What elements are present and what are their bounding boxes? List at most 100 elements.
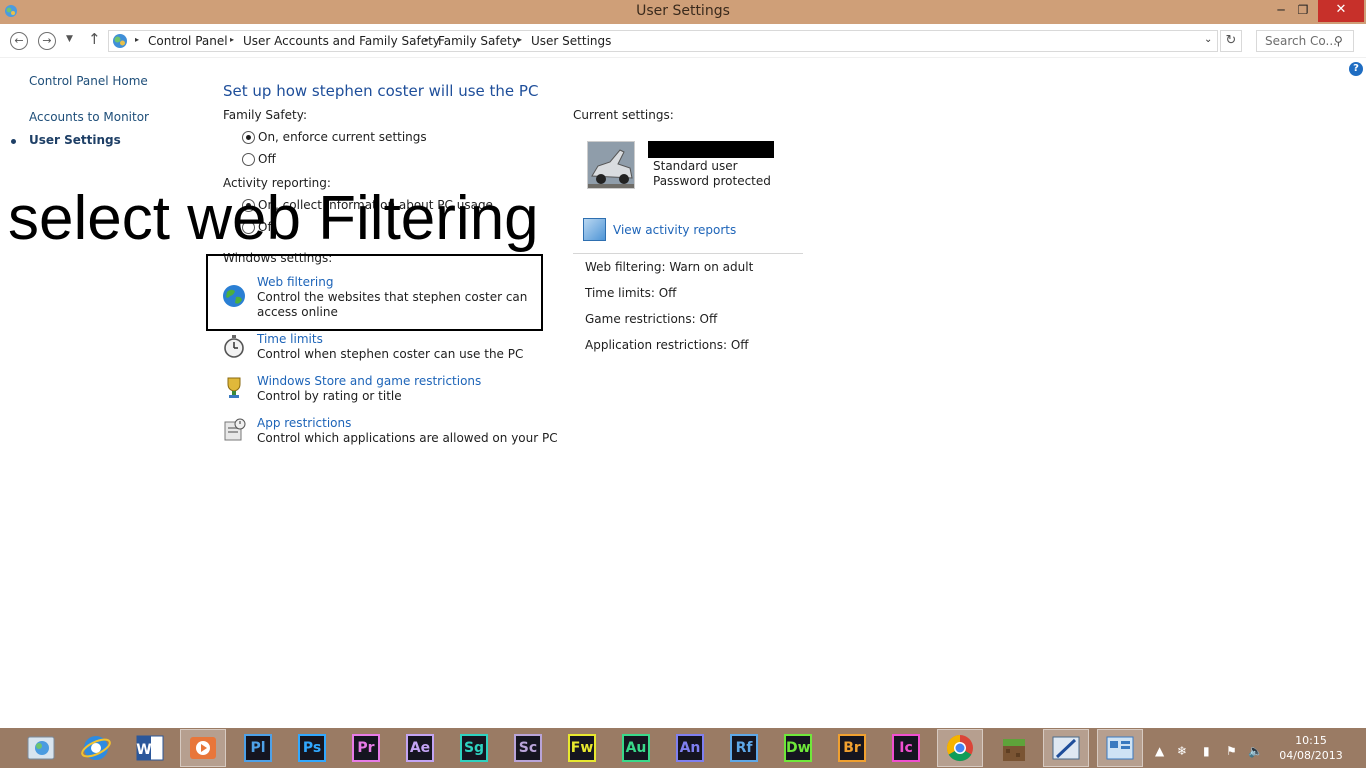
password-status: Password protected <box>653 174 771 188</box>
settings-divider <box>573 253 803 254</box>
family-safety-off-radio[interactable] <box>242 153 255 166</box>
current-page-bullet <box>11 139 16 144</box>
reflow-icon[interactable]: Rf <box>730 734 758 762</box>
setting-name: Application restrictions: <box>585 338 728 352</box>
sidebar-item-user-settings[interactable]: User Settings <box>29 133 121 147</box>
forward-button[interactable]: → <box>38 32 56 50</box>
app-label: Pr <box>357 740 375 756</box>
setting-value: Off <box>730 338 749 352</box>
setting-value: Off <box>699 312 718 326</box>
word-icon[interactable]: W <box>133 731 167 765</box>
family-safety-on-label[interactable]: On, enforce current settings <box>258 130 427 144</box>
breadcrumb-control-panel[interactable]: Control Panel <box>148 34 228 48</box>
setting-name: Web filtering: <box>585 260 666 274</box>
web-filtering-setting: Web filtering: Warn on adult <box>585 260 753 274</box>
clock-date: 04/08/2013 <box>1279 749 1343 762</box>
app-label: Ps <box>302 740 322 756</box>
bridge-icon[interactable]: Br <box>838 734 866 762</box>
photoshop-icon[interactable]: Ps <box>298 734 326 762</box>
app-label: Ic <box>899 740 913 756</box>
dreamweaver-icon[interactable]: Dw <box>784 734 812 762</box>
car-picture-icon <box>588 142 634 188</box>
store-game-restrictions-description: Control by rating or title <box>257 389 402 403</box>
sidebar-item-accounts-to-monitor[interactable]: Accounts to Monitor <box>29 110 149 124</box>
instruction-overlay-text: select web Filtering <box>8 184 539 253</box>
minecraft-icon[interactable] <box>997 731 1031 765</box>
scout-icon[interactable]: Sc <box>514 734 542 762</box>
app-label: Pl <box>250 740 266 756</box>
weather-icon[interactable]: ❄ <box>1177 744 1187 758</box>
time-limits-link[interactable]: Time limits <box>257 332 323 346</box>
clock-time: 10:15 <box>1295 734 1327 747</box>
animate-icon[interactable]: An <box>676 734 704 762</box>
setting-name: Game restrictions: <box>585 312 696 326</box>
internet-explorer-icon[interactable] <box>79 731 113 765</box>
user-avatar <box>587 141 635 189</box>
setting-value: Warn on adult <box>669 260 754 274</box>
show-hidden-icons-icon[interactable]: ▲ <box>1155 744 1164 758</box>
app-label: Sc <box>518 740 538 756</box>
speedgrade-icon[interactable]: Sg <box>460 734 488 762</box>
network-icon[interactable]: ⚑ <box>1226 744 1237 758</box>
breadcrumb-family-safety[interactable]: Family Safety <box>438 34 519 48</box>
setting-name: Time limits: <box>585 286 655 300</box>
breadcrumb-user-settings[interactable]: User Settings <box>531 34 611 48</box>
chrome-icon[interactable] <box>943 731 977 765</box>
family-safety-on-radio[interactable] <box>242 131 255 144</box>
user-settings-window: { "window": { "title": "User Settings", … <box>0 0 1366 768</box>
breadcrumb-user-accounts[interactable]: User Accounts and Family Safety <box>243 34 440 48</box>
premiere-icon[interactable]: Pr <box>352 734 380 762</box>
volume-icon[interactable]: 🔈 <box>1248 744 1263 758</box>
store-game-restrictions-link[interactable]: Windows Store and game restrictions <box>257 374 481 388</box>
address-bar[interactable]: ▸ Control Panel ▸ User Accounts and Fami… <box>108 30 1218 52</box>
time-limits-setting: Time limits: Off <box>585 286 676 300</box>
app-label: Sg <box>463 740 485 756</box>
app-label: Fw <box>570 740 594 756</box>
redacted-username <box>648 141 774 158</box>
drawing-app-icon[interactable] <box>1049 731 1083 765</box>
maximize-button[interactable]: ❐ <box>1290 0 1316 22</box>
account-type: Standard user <box>653 159 738 173</box>
user-settings-taskbar-icon[interactable] <box>1103 731 1137 765</box>
app-label: Au <box>625 740 647 756</box>
prelude-icon[interactable]: Pl <box>244 734 272 762</box>
breadcrumb-separator-icon: ▸ <box>518 35 523 44</box>
up-button[interactable]: ↑ <box>88 30 101 48</box>
family-safety-off-label[interactable]: Off <box>258 152 276 166</box>
web-filtering-highlight-box <box>206 254 543 331</box>
after-effects-icon[interactable]: Ae <box>406 734 434 762</box>
close-button[interactable]: ✕ <box>1318 0 1364 22</box>
address-dropdown-icon[interactable]: ⌄ <box>1204 34 1212 45</box>
help-icon[interactable]: ? <box>1349 62 1363 76</box>
current-settings-label: Current settings: <box>573 108 674 122</box>
stopwatch-icon <box>224 335 244 358</box>
view-activity-reports-link[interactable]: View activity reports <box>613 223 736 237</box>
app-label: Br <box>843 740 861 756</box>
incopy-icon[interactable]: Ic <box>892 734 920 762</box>
control-panel-taskbar-icon[interactable] <box>25 731 59 765</box>
recent-locations-icon[interactable]: ▼ <box>66 34 73 44</box>
page-title: Set up how stephen coster will use the P… <box>223 82 539 100</box>
app-label: Ae <box>409 740 431 756</box>
fireworks-icon[interactable]: Fw <box>568 734 596 762</box>
trophy-icon <box>227 377 241 398</box>
refresh-button[interactable]: ↻ <box>1220 30 1242 52</box>
title-bar: User Settings ─ ❐ ✕ <box>0 0 1366 24</box>
back-button[interactable]: ← <box>10 32 28 50</box>
media-player-icon[interactable] <box>186 731 220 765</box>
battery-icon[interactable]: ▮ <box>1203 744 1210 758</box>
svg-text:W: W <box>136 742 151 758</box>
search-icon[interactable]: ⚲ <box>1334 34 1343 48</box>
app-label: Rf <box>735 740 753 756</box>
breadcrumb-separator-icon: ▸ <box>230 35 235 44</box>
taskbar-clock[interactable]: 10:15 04/08/2013 <box>1276 733 1346 763</box>
sidebar-item-control-panel-home[interactable]: Control Panel Home <box>29 74 148 88</box>
setting-value: Off <box>658 286 677 300</box>
audition-icon[interactable]: Au <box>622 734 650 762</box>
activity-report-icon <box>583 218 606 241</box>
breadcrumb-separator-icon: ▸ <box>425 35 430 44</box>
app-restrictions-link[interactable]: App restrictions <box>257 416 351 430</box>
time-limits-description: Control when stephen coster can use the … <box>257 347 524 361</box>
breadcrumb-separator-icon: ▸ <box>135 35 140 44</box>
app-restrictions-icon <box>224 418 246 441</box>
